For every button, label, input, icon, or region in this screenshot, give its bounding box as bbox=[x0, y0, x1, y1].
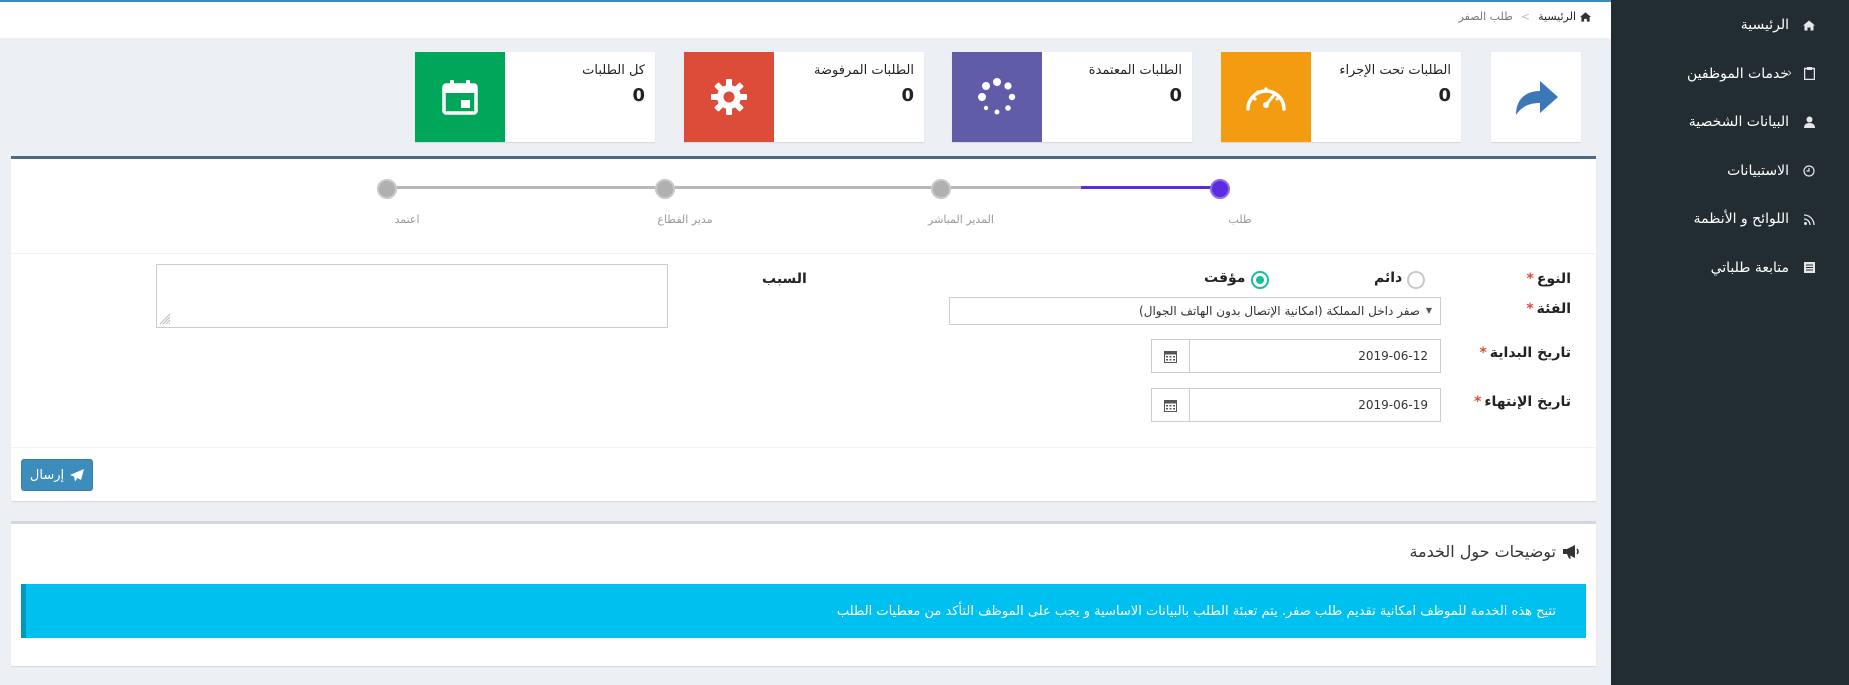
required-mark: * bbox=[1479, 345, 1487, 361]
sidebar: الرئيسية خدمات الموظفين ‹ البيانات الشخص… bbox=[1611, 0, 1849, 685]
reason-label: السبب bbox=[762, 271, 807, 287]
stat-label: كل الطلبات bbox=[582, 63, 645, 78]
stat-icon-box bbox=[1221, 52, 1311, 142]
reason-textarea[interactable] bbox=[156, 264, 668, 328]
step-label: اعتمد bbox=[394, 213, 420, 226]
step-dot-request bbox=[1210, 179, 1230, 199]
start-date-label: تاريخ البداية* bbox=[1479, 345, 1571, 361]
radio-temporary-label: مؤقت bbox=[1204, 270, 1246, 286]
info-text: تتيح هذه الخدمة للموظف امكانية تقديم طلب… bbox=[836, 603, 1556, 619]
category-label: الفئة* bbox=[1526, 301, 1571, 317]
stat-rejected: الطلبات المرفوضة 0 bbox=[684, 52, 924, 142]
dropdown-caret-icon: ▼ bbox=[1425, 306, 1432, 315]
rss-icon bbox=[1799, 214, 1819, 225]
sidebar-item-regulations[interactable]: اللوائح و الأنظمة bbox=[1611, 195, 1849, 244]
start-date-field[interactable]: 2019-06-12 bbox=[1151, 339, 1441, 373]
sidebar-item-label: اللوائح و الأنظمة bbox=[1693, 211, 1789, 228]
stat-label: الطلبات تحت الإجراء bbox=[1339, 63, 1451, 78]
info-callout: تتيح هذه الخدمة للموظف امكانية تقديم طلب… bbox=[21, 584, 1586, 638]
speedometer-icon bbox=[1246, 87, 1286, 111]
submit-button-label: إرسال bbox=[29, 467, 65, 483]
share-arrow-icon bbox=[1516, 81, 1558, 115]
stat-value: 0 bbox=[901, 85, 914, 106]
stat-label: الطلبات المرفوضة bbox=[814, 63, 914, 78]
list-icon bbox=[1799, 262, 1819, 274]
radio-temporary[interactable] bbox=[1251, 271, 1269, 289]
service-info-card: توضيحات حول الخدمة تتيح هذه الخدمة للموظ… bbox=[11, 521, 1596, 666]
breadcrumb-current: طلب الصفر bbox=[1458, 10, 1513, 23]
step-dot-sector-manager bbox=[655, 179, 675, 199]
sidebar-item-label: خدمات الموظفين bbox=[1687, 65, 1789, 82]
step-label: طلب bbox=[1228, 213, 1252, 226]
bullhorn-icon bbox=[1563, 545, 1579, 559]
stat-icon-box bbox=[684, 52, 774, 142]
sidebar-item-personal-data[interactable]: البيانات الشخصية bbox=[1611, 98, 1849, 147]
sidebar-item-label: الاستبيانات bbox=[1727, 162, 1789, 179]
user-icon bbox=[1799, 116, 1819, 129]
stat-pending: الطلبات تحت الإجراء 0 bbox=[1221, 52, 1461, 142]
back-arrow-button[interactable] bbox=[1491, 52, 1581, 142]
steps-progress bbox=[1081, 186, 1221, 189]
stat-value: 0 bbox=[632, 85, 645, 106]
stat-approved: الطلبات المعتمدة 0 bbox=[952, 52, 1192, 142]
calendar-addon-button[interactable] bbox=[1152, 340, 1190, 372]
sidebar-item-my-requests[interactable]: متابعة طلباتي bbox=[1611, 244, 1849, 293]
divider bbox=[11, 253, 1596, 254]
sidebar-item-label: متابعة طلباتي bbox=[1710, 259, 1789, 276]
sidebar-item-label: الرئيسية bbox=[1740, 17, 1789, 34]
breadcrumb: الرئيسية > طلب الصفر bbox=[1459, 10, 1591, 23]
required-mark: * bbox=[1526, 271, 1534, 287]
radio-permanent-label: دائم bbox=[1374, 270, 1403, 286]
stat-icon-box bbox=[415, 52, 505, 142]
clipboard-icon bbox=[1799, 67, 1819, 81]
type-label: النوع* bbox=[1526, 271, 1571, 287]
calendar-icon bbox=[1164, 350, 1177, 363]
step-dot-approve bbox=[377, 179, 397, 199]
submit-button[interactable]: إرسال bbox=[21, 459, 93, 491]
category-select-value: صفر داخل المملكة (امكانية الإتصال بدون ا… bbox=[1139, 304, 1420, 318]
stat-value: 0 bbox=[1169, 85, 1182, 106]
category-select[interactable]: صفر داخل المملكة (امكانية الإتصال بدون ا… bbox=[949, 297, 1441, 325]
step-label: المدير المباشر bbox=[928, 213, 994, 226]
divider bbox=[11, 447, 1596, 448]
start-date-value: 2019-06-12 bbox=[1358, 349, 1428, 363]
gear-icon bbox=[711, 79, 747, 115]
sidebar-item-label: البيانات الشخصية bbox=[1688, 114, 1789, 131]
home-icon bbox=[1799, 20, 1819, 31]
chevron-left-icon[interactable]: ‹ bbox=[1787, 50, 1792, 99]
end-date-value: 2019-06-19 bbox=[1358, 398, 1428, 412]
spinner-icon bbox=[978, 78, 1016, 115]
required-mark: * bbox=[1474, 394, 1482, 410]
required-mark: * bbox=[1526, 301, 1534, 317]
breadcrumb-separator: > bbox=[1520, 10, 1531, 23]
calendar-icon bbox=[442, 80, 478, 115]
stat-all: كل الطلبات 0 bbox=[415, 52, 655, 142]
radio-permanent[interactable] bbox=[1407, 271, 1425, 289]
breadcrumb-home[interactable]: الرئيسية bbox=[1538, 10, 1591, 23]
step-dot-direct-manager bbox=[931, 179, 951, 199]
step-label: مدير القطاع bbox=[657, 213, 713, 226]
content-header: الرئيسية > طلب الصفر bbox=[0, 0, 1611, 38]
stat-label: الطلبات المعتمدة bbox=[1088, 63, 1182, 78]
sidebar-item-surveys[interactable]: الاستبيانات bbox=[1611, 147, 1849, 196]
info-title: توضيحات حول الخدمة bbox=[1409, 542, 1580, 561]
sidebar-item-home[interactable]: الرئيسية bbox=[1611, 1, 1849, 50]
end-date-field[interactable]: 2019-06-19 bbox=[1151, 388, 1441, 422]
calendar-addon-button[interactable] bbox=[1152, 389, 1190, 421]
stat-value: 0 bbox=[1438, 85, 1451, 106]
stat-icon-box bbox=[952, 52, 1042, 142]
paper-plane-icon bbox=[70, 468, 85, 481]
home-icon bbox=[1580, 11, 1591, 22]
clock-icon bbox=[1799, 165, 1819, 177]
request-form-card bbox=[11, 156, 1596, 501]
sidebar-item-employee-services[interactable]: خدمات الموظفين ‹ bbox=[1611, 50, 1849, 99]
calendar-icon bbox=[1164, 399, 1177, 412]
breadcrumb-home-label: الرئيسية bbox=[1538, 10, 1576, 23]
resize-grip-icon[interactable] bbox=[159, 313, 171, 325]
end-date-label: تاريخ الإنتهاء* bbox=[1474, 394, 1571, 410]
